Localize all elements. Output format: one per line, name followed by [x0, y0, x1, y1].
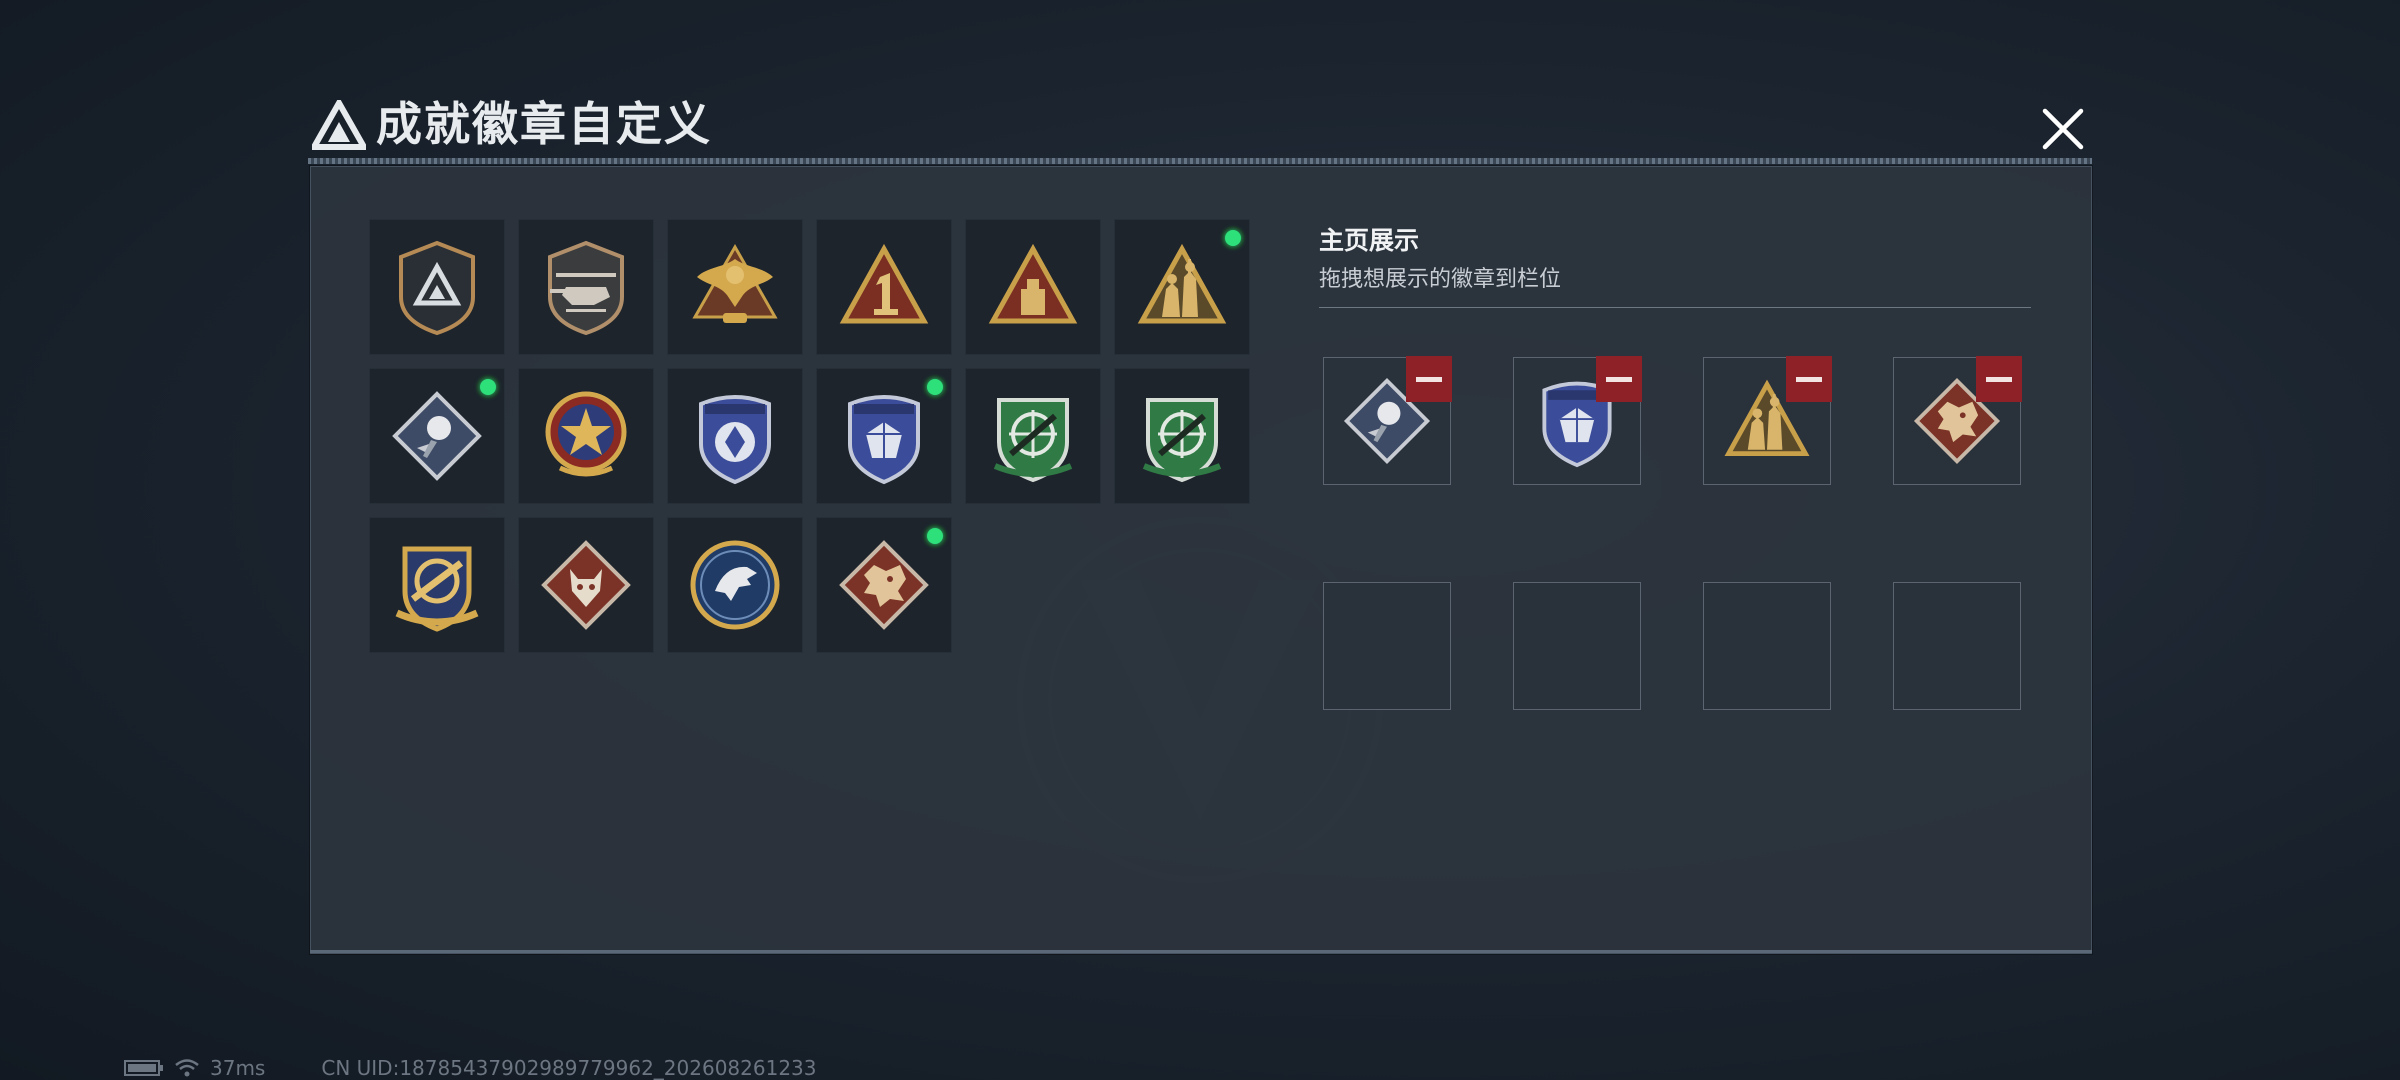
green-sniper-badge-2-icon [1142, 398, 1222, 483]
battery-icon [124, 1060, 163, 1076]
shield-triangle-badge-icon [399, 240, 475, 336]
badge-cell[interactable] [1114, 368, 1250, 504]
showcase-slot-2[interactable] [1513, 356, 1642, 485]
golden-eagle-badge-icon [692, 243, 778, 323]
badge-cell[interactable] [965, 368, 1101, 504]
dragon-diamond-badge-icon [839, 540, 929, 630]
showcase-hint: 拖拽想展示的徽章到栏位 [1319, 267, 1562, 292]
uid-text: CN UID:18785437902989779962_202608261233 [321, 1056, 817, 1080]
showcase-slot-8[interactable] [1893, 582, 2021, 710]
badge-cell[interactable] [816, 368, 952, 504]
green-sniper-badge-1-icon [993, 398, 1073, 483]
minus-icon [1796, 376, 1822, 382]
badge-cell[interactable] [667, 219, 803, 355]
panel-bottom-border [310, 950, 2092, 953]
wifi-icon [175, 1059, 199, 1077]
remove-badge-button[interactable] [1406, 356, 1452, 402]
close-button[interactable] [2034, 100, 2092, 158]
selected-indicator [923, 375, 947, 399]
showcase-slot-3[interactable] [1703, 356, 1832, 485]
showcase-slot-7[interactable] [1703, 582, 1831, 710]
dialog-title: 成就徽章自定义 [376, 97, 712, 151]
logo-icon [312, 100, 366, 150]
header-divider [308, 158, 2092, 164]
gold-crosshair-shield-badge-icon [395, 546, 479, 632]
soldiers-triangle-badge-icon [1137, 243, 1227, 324]
wolf-diamond-badge-icon [541, 540, 631, 630]
ping-text: 37ms [210, 1056, 266, 1080]
status-bar: 37ms CN UID:18785437902989779962_2026082… [124, 1056, 817, 1080]
minus-icon [1986, 376, 2012, 382]
selected-indicator [923, 524, 947, 548]
badge-cell[interactable] [1114, 219, 1250, 355]
badge-cell[interactable] [369, 368, 505, 504]
minus-icon [1606, 376, 1632, 382]
badge-cell[interactable] [518, 368, 654, 504]
crate-triangle-badge-icon [988, 243, 1078, 324]
badge-cell[interactable] [667, 517, 803, 653]
blue-shield-emblem-badge-icon [699, 395, 771, 485]
remove-badge-button[interactable] [1786, 356, 1832, 402]
badge-cell[interactable] [965, 219, 1101, 355]
showcase-slot-1[interactable] [1323, 356, 1452, 485]
selected-indicator [476, 375, 500, 399]
blue-shield-gem-badge-icon [848, 395, 920, 485]
eagle-circle-badge-icon [690, 540, 780, 630]
badge-cell[interactable] [518, 219, 654, 355]
badge-cell[interactable] [816, 219, 952, 355]
badge-grid [369, 219, 1250, 653]
showcase-title: 主页展示 [1319, 226, 1420, 255]
close-icon [2042, 108, 2084, 150]
badge-cell[interactable] [667, 368, 803, 504]
minus-icon [1416, 376, 1442, 382]
remove-badge-button[interactable] [1976, 356, 2022, 402]
rank-one-badge-icon [839, 243, 929, 324]
showcase-divider [1319, 307, 2031, 308]
badge-cell[interactable] [369, 517, 505, 653]
badge-panel: 主页展示 拖拽想展示的徽章到栏位 [310, 166, 2092, 954]
showcase-slot-5[interactable] [1323, 582, 1451, 710]
showcase-slot-4[interactable] [1893, 356, 2022, 485]
showcase-slot-6[interactable] [1513, 582, 1641, 710]
remove-badge-button[interactable] [1596, 356, 1642, 402]
rose-diamond-badge-icon [392, 391, 482, 481]
dialog-header: 成就徽章自定义 [300, 92, 2092, 162]
helicopter-badge-icon [548, 240, 624, 336]
badge-cell[interactable] [369, 219, 505, 355]
star-medal-badge-icon [545, 391, 627, 477]
selected-indicator [1221, 226, 1245, 250]
badge-cell[interactable] [518, 517, 654, 653]
badge-cell[interactable] [816, 517, 952, 653]
